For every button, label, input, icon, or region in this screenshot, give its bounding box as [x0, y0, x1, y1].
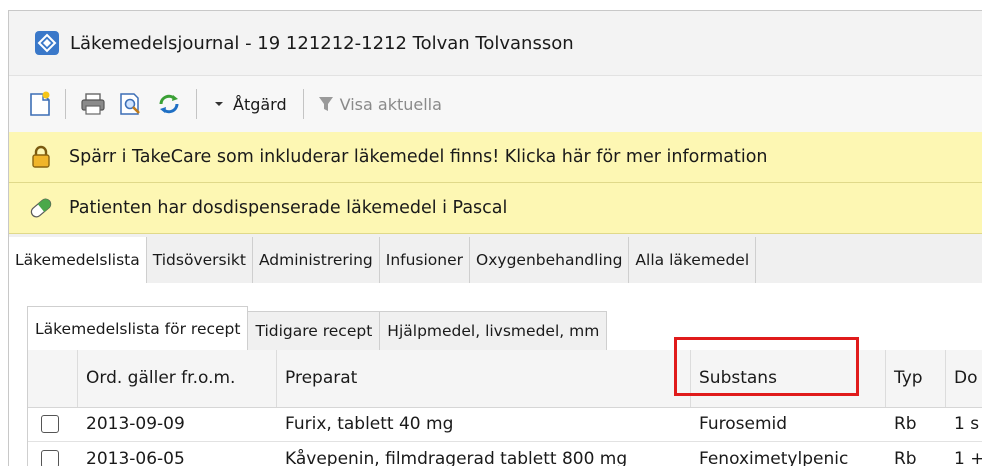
cell-preparat: Kåvepenin, filmdragerad tablett 800 mg: [285, 449, 628, 466]
lock-warning-text: Spärr i TakeCare som inkluderar läkemede…: [69, 147, 768, 167]
tab-alla-lakemedel[interactable]: Alla läkemedel: [629, 237, 757, 283]
cell-date: 2013-09-09: [86, 414, 185, 434]
tab-oxygenbehandling[interactable]: Oxygenbehandling: [470, 237, 630, 283]
main-tab-strip: Läkemedelslista Tidsöversikt Administrer…: [9, 234, 982, 284]
cell-substans: Furosemid: [699, 414, 788, 434]
tab-infusioner[interactable]: Infusioner: [380, 237, 471, 283]
filter-icon: [318, 97, 333, 111]
header-preparat[interactable]: Preparat: [277, 350, 691, 407]
substans-highlight-box: [674, 337, 859, 396]
cell-substans: Fenoximetylpenic: [699, 449, 849, 466]
lock-warning-banner[interactable]: Spärr i TakeCare som inkluderar läkemede…: [9, 132, 982, 183]
row-checkbox[interactable]: [41, 415, 59, 433]
window-title: Läkemedelsjournal - 19 121212-1212 Tolva…: [70, 32, 574, 54]
pill-icon: [27, 194, 55, 222]
tab-tidsoversikt[interactable]: Tidsöversikt: [147, 237, 253, 283]
print-preview-icon[interactable]: [116, 87, 146, 121]
show-current-label: Visa aktuella: [339, 94, 442, 114]
cell-typ: Rb: [894, 414, 917, 434]
show-current-filter-button[interactable]: Visa aktuella: [316, 87, 444, 121]
toolbar-separator: [302, 89, 304, 119]
medication-journal-window: Läkemedelsjournal - 19 121212-1212 Tolva…: [8, 10, 982, 466]
title-bar: Läkemedelsjournal - 19 121212-1212 Tolva…: [9, 11, 982, 75]
table-row[interactable]: 2013-06-05 Kåvepenin, filmdragerad table…: [28, 442, 982, 466]
header-select-column[interactable]: [28, 350, 78, 407]
toolbar: Åtgärd Visa aktuella: [9, 75, 982, 133]
tab-administrering[interactable]: Administrering: [253, 237, 380, 283]
tab-lakemedelslista-recept[interactable]: Läkemedelslista för recept: [27, 306, 249, 351]
action-menu-button[interactable]: Åtgärd: [209, 87, 291, 121]
toolbar-separator: [65, 89, 66, 119]
tab-tidigare-recept[interactable]: Tidigare recept: [247, 311, 381, 350]
header-dos[interactable]: Do: [946, 350, 982, 407]
row-checkbox[interactable]: [41, 450, 59, 466]
refresh-icon[interactable]: [154, 87, 184, 121]
cell-preparat: Furix, tablett 40 mg: [285, 414, 454, 434]
cell-dos: 1 s: [954, 414, 980, 434]
header-ord-galler[interactable]: Ord. gäller fr.o.m.: [78, 350, 277, 407]
new-document-icon[interactable]: [27, 87, 53, 121]
app-diamond-icon: [34, 30, 60, 56]
cell-date: 2013-06-05: [86, 449, 185, 466]
printer-icon[interactable]: [78, 87, 108, 121]
table-row[interactable]: 2013-09-09 Furix, tablett 40 mg Furosemi…: [28, 407, 982, 442]
toolbar-separator: [196, 89, 197, 119]
tab-lakemedelslista[interactable]: Läkemedelslista: [9, 237, 147, 283]
action-menu-label: Åtgärd: [233, 94, 287, 114]
dose-dispensing-text: Patienten har dosdispenserade läkemedel …: [69, 198, 508, 218]
dose-dispensing-banner: Patienten har dosdispenserade läkemedel …: [9, 183, 982, 234]
tab-hjalpmedel[interactable]: Hjälpmedel, livsmedel, mm: [379, 311, 608, 350]
header-typ[interactable]: Typ: [886, 350, 946, 407]
lock-icon: [27, 143, 55, 171]
chevron-down-icon: [215, 102, 223, 106]
cell-dos: 1 +: [954, 449, 982, 466]
cell-typ: Rb: [894, 449, 917, 466]
